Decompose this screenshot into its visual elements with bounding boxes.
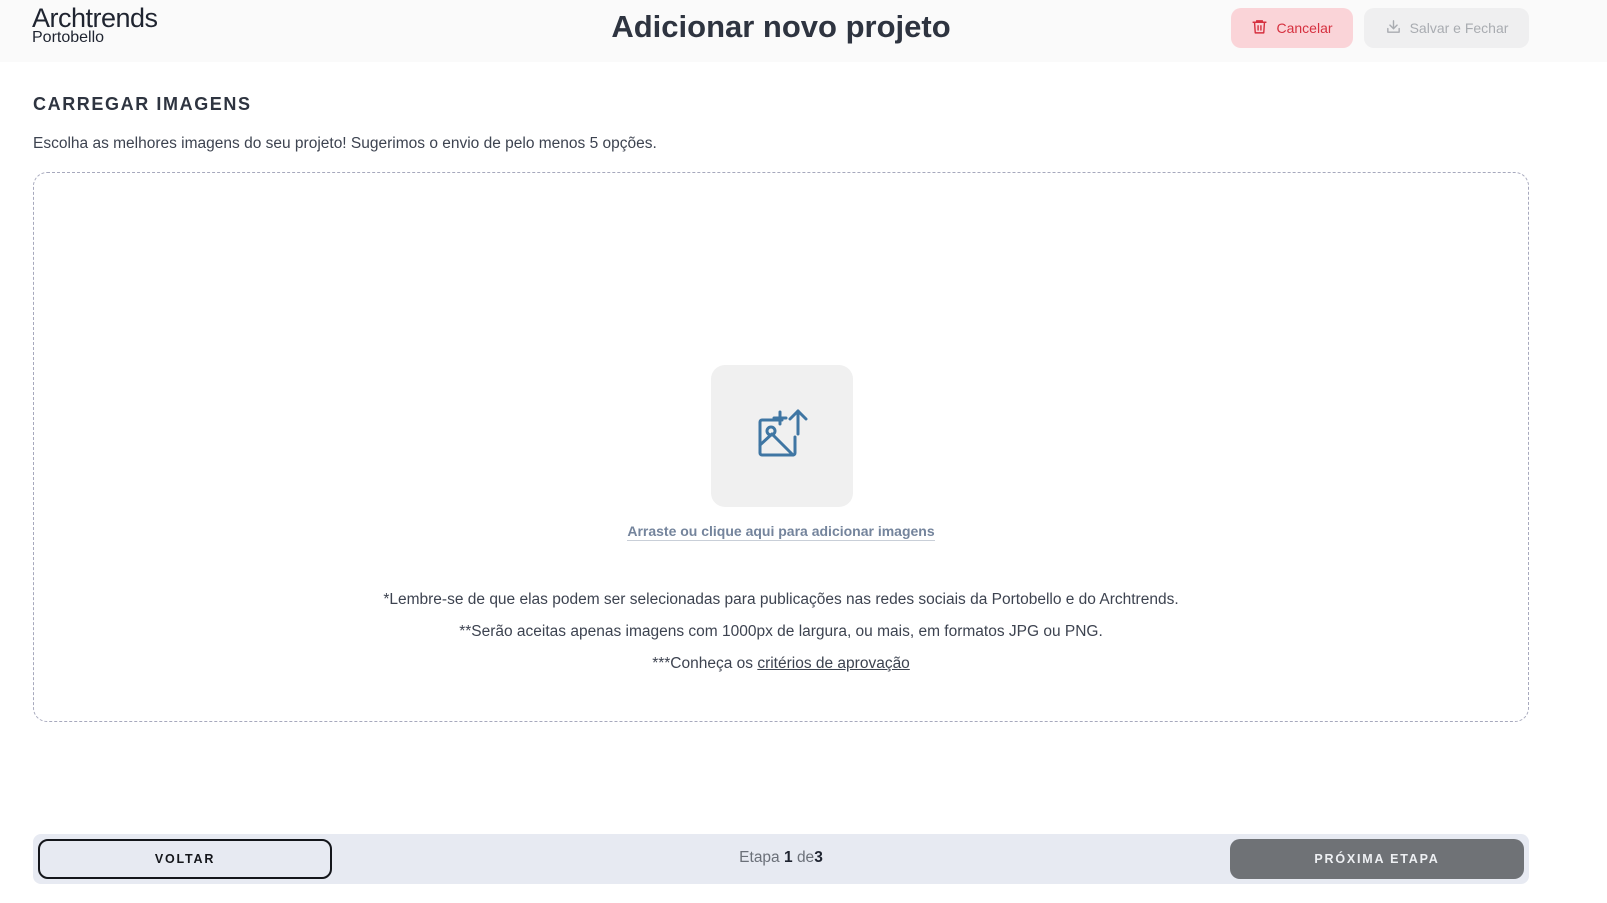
cancel-button[interactable]: Cancelar (1231, 8, 1353, 48)
upload-cta-text[interactable]: Arraste ou clique aqui para adicionar im… (627, 523, 935, 541)
upload-button[interactable] (711, 365, 853, 507)
save-label: Salvar e Fechar (1409, 20, 1509, 36)
note-image-requirements: **Serão aceitas apenas imagens com 1000p… (459, 623, 1103, 640)
step-current: 1 (784, 849, 793, 866)
image-upload-icon (755, 407, 809, 466)
trash-icon (1251, 18, 1268, 38)
note-approval-criteria: ***Conheça os critérios de aprovação (34, 655, 1528, 673)
note-approval-prefix: ***Conheça os (652, 655, 758, 672)
step-separator: de (796, 849, 815, 866)
next-step-button[interactable]: PRÓXIMA ETAPA (1230, 839, 1524, 879)
step-prefix: Etapa (739, 849, 780, 866)
image-dropzone[interactable]: Arraste ou clique aqui para adicionar im… (33, 172, 1529, 722)
download-icon (1385, 18, 1402, 38)
upload-cta[interactable]: Arraste ou clique aqui para adicionar im… (34, 523, 1528, 541)
cancel-label: Cancelar (1276, 20, 1333, 36)
step-total: 3 (814, 849, 823, 866)
step-footer: VOLTAR Etapa 1 de3 PRÓXIMA ETAPA (33, 834, 1529, 884)
section-description: Escolha as melhores imagens do seu proje… (33, 135, 657, 152)
approval-criteria-link[interactable]: critérios de aprovação (757, 655, 910, 672)
note-social-media: *Lembre-se de que elas podem ser selecio… (383, 591, 1179, 608)
section-title: CARREGAR IMAGENS (33, 94, 252, 114)
save-and-close-button[interactable]: Salvar e Fechar (1364, 8, 1529, 48)
top-bar: Archtrends Portobello Adicionar novo pro… (0, 0, 1607, 62)
